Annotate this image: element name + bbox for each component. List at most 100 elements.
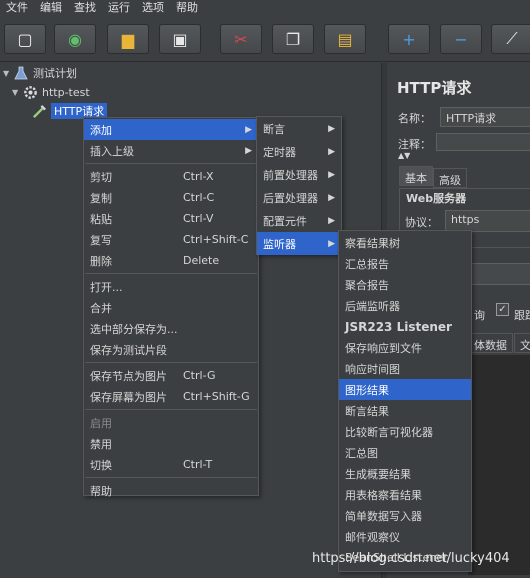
tree-node-test-plan[interactable]: ▼ 测试计划 — [3, 64, 77, 82]
context-menu-item-label: 选中部分保存为... — [90, 322, 178, 336]
add-submenu-item[interactable]: 配置元件 ▶ — [257, 209, 341, 232]
listener-submenu-item[interactable]: 生成概要结果 — [339, 463, 471, 484]
listener-submenu-item[interactable]: JSR223 Listener — [339, 316, 471, 337]
add-submenu-item[interactable]: 监听器 ▶ — [257, 232, 341, 255]
cut-button[interactable]: ✂ — [220, 24, 262, 54]
copy-icon: ❐ — [285, 29, 301, 49]
menu-separator — [85, 477, 257, 478]
menu-3[interactable]: 运行 — [102, 0, 136, 16]
shortcut-label: Delete — [183, 254, 220, 267]
comment-field[interactable] — [436, 133, 530, 151]
follow-redirect-label: 跟踪 — [514, 309, 530, 322]
context-menu-item-label: 合并 — [90, 301, 112, 315]
gear-icon — [22, 84, 38, 100]
listener-submenu-item[interactable]: 响应时间图 — [339, 358, 471, 379]
add-submenu-item-label: 后置处理器 — [263, 191, 318, 205]
context-menu-item[interactable]: 切换 Ctrl-T — [84, 454, 258, 475]
context-menu-item[interactable]: 合并 — [84, 297, 258, 318]
context-menu-item-label: 帮助 — [90, 484, 112, 498]
submenu-arrow-icon: ▶ — [245, 124, 252, 135]
listener-submenu-item[interactable]: 简单数据写入器 — [339, 505, 471, 526]
expand-button[interactable]: + — [388, 24, 430, 54]
listener-submenu-item[interactable]: 断言结果 — [339, 400, 471, 421]
menu-4[interactable]: 选项 — [136, 0, 170, 16]
context-menu-item-label: 保存为测试片段 — [90, 343, 167, 357]
listener-submenu-item[interactable]: 邮件观察仪 — [339, 526, 471, 547]
add-submenu-item[interactable]: 前置处理器 ▶ — [257, 163, 341, 186]
tab-files[interactable]: 文 — [514, 333, 530, 353]
collapse-button[interactable]: − — [440, 24, 482, 54]
context-menu-item[interactable]: 删除 Delete — [84, 250, 258, 271]
paste-button[interactable]: ▤ — [324, 24, 366, 54]
follow-redirect-checkbox[interactable]: ✓ — [496, 303, 509, 316]
collapse-icon: − — [454, 29, 468, 49]
tab-basic[interactable]: 基本 — [399, 166, 433, 186]
add-submenu-item[interactable]: 定时器 ▶ — [257, 140, 341, 163]
context-menu-item[interactable]: 保存节点为图片 Ctrl-G — [84, 365, 258, 386]
context-menu-item[interactable]: 启用 — [84, 412, 258, 433]
redirect-label: 询 — [474, 309, 485, 322]
open-button[interactable]: ▆ — [107, 24, 149, 54]
method-select[interactable] — [468, 263, 530, 285]
tab-body-data[interactable]: 体数据 — [468, 333, 513, 353]
protocol-label: 协议： — [405, 216, 438, 229]
context-menu-item[interactable]: 选中部分保存为... — [84, 318, 258, 339]
listener-submenu-item[interactable]: 后端监听器 — [339, 295, 471, 316]
save-button[interactable]: ▣ — [159, 24, 201, 54]
shortcut-label: Ctrl+Shift-C — [183, 233, 249, 246]
name-field[interactable]: HTTP请求 — [440, 107, 530, 127]
pipette-icon — [31, 103, 47, 119]
listener-submenu-item[interactable]: 图形结果 — [339, 379, 471, 400]
add-submenu-item[interactable]: 后置处理器 ▶ — [257, 186, 341, 209]
context-menu-item[interactable]: 禁用 — [84, 433, 258, 454]
submenu-arrow-icon: ▶ — [328, 192, 335, 203]
listener-submenu-item[interactable]: 比较断言可视化器 — [339, 421, 471, 442]
listener-submenu-item[interactable]: 聚合报告 — [339, 274, 471, 295]
context-menu-item[interactable]: 复写 Ctrl+Shift-C — [84, 229, 258, 250]
context-menu-item[interactable]: 插入上级 ▶ — [84, 140, 258, 161]
collapse-arrow-icon[interactable]: ▼ — [12, 88, 22, 97]
context-menu-item[interactable]: 剪切 Ctrl-X — [84, 166, 258, 187]
menu-0[interactable]: 文件 — [0, 0, 34, 16]
collapse-arrow-icon[interactable]: ▼ — [3, 69, 13, 78]
new-icon: ▢ — [17, 29, 33, 49]
listener-submenu-item-label: 断言结果 — [345, 404, 389, 418]
menu-separator — [85, 163, 257, 164]
listener-submenu-item-label: 图形结果 — [345, 383, 389, 397]
menu-1[interactable]: 编辑 — [34, 0, 68, 16]
listener-submenu-item-label: 比较断言可视化器 — [345, 425, 433, 439]
context-menu-item[interactable]: 粘贴 Ctrl-V — [84, 208, 258, 229]
listener-submenu-item[interactable]: 察看结果树 — [339, 232, 471, 253]
tree-node-label: http-test — [42, 85, 90, 99]
web-server-label: Web服务器 — [406, 192, 467, 205]
copy-button[interactable]: ❐ — [272, 24, 314, 54]
templates-icon: ◉ — [68, 29, 82, 49]
submenu-arrow-icon: ▶ — [328, 123, 335, 134]
tree-node-thread-group[interactable]: ▼ http-test — [12, 83, 90, 101]
context-menu-item[interactable]: 保存屏幕为图片 Ctrl+Shift-G — [84, 386, 258, 407]
collapse-toggle-icon[interactable]: ▲▼ — [398, 151, 410, 160]
tab-advanced[interactable]: 高级 — [433, 168, 467, 188]
add-submenu-item[interactable]: 断言 ▶ — [257, 117, 341, 140]
listener-submenu-item[interactable]: 汇总报告 — [339, 253, 471, 274]
toggle-button[interactable]: ⟋ — [491, 24, 530, 54]
context-menu-item-label: 剪切 — [90, 170, 112, 184]
context-menu-item[interactable]: 复制 Ctrl-C — [84, 187, 258, 208]
context-menu-item[interactable]: 保存为测试片段 — [84, 339, 258, 360]
add-submenu-item-label: 断言 — [263, 122, 285, 136]
context-menu-item[interactable]: 添加 ▶ — [84, 119, 258, 140]
shortcut-label: Ctrl-C — [183, 191, 215, 204]
protocol-field[interactable]: https — [445, 210, 530, 232]
listener-submenu-item[interactable]: 用表格察看结果 — [339, 484, 471, 505]
listener-submenu-item[interactable]: 保存响应到文件 — [339, 337, 471, 358]
templates-button[interactable]: ◉ — [54, 24, 96, 54]
listener-submenu-item[interactable]: 汇总图 — [339, 442, 471, 463]
context-menu-item[interactable]: 打开... — [84, 276, 258, 297]
submenu-arrow-icon: ▶ — [328, 238, 335, 249]
menu-2[interactable]: 查找 — [68, 0, 102, 16]
body-data-area[interactable] — [468, 355, 530, 575]
listener-submenu-item-label: 后端监听器 — [345, 299, 400, 313]
new-button[interactable]: ▢ — [4, 24, 46, 54]
menu-5[interactable]: 帮助 — [170, 0, 204, 16]
context-menu-item[interactable]: 帮助 — [84, 480, 258, 501]
